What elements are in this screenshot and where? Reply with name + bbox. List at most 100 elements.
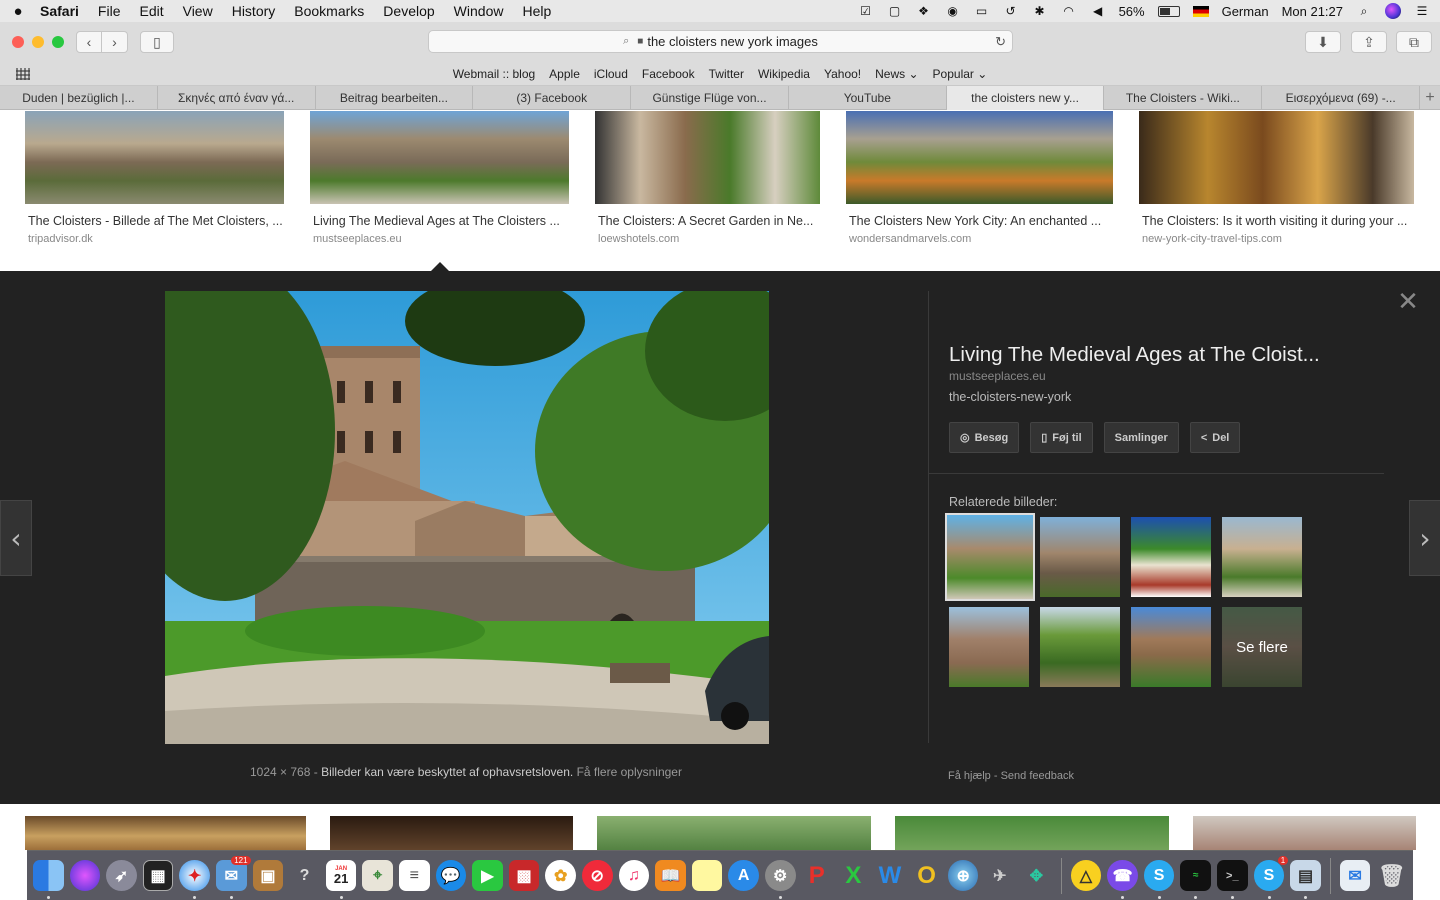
menu-history[interactable]: History: [232, 3, 276, 19]
result-thumbnail[interactable]: [597, 816, 871, 850]
previous-image-button[interactable]: ‹: [0, 500, 32, 576]
collections-button[interactable]: Samlinger: [1103, 422, 1179, 453]
menu-edit[interactable]: Edit: [139, 3, 163, 19]
input-language[interactable]: German: [1222, 4, 1269, 19]
apple-menu-icon[interactable]: ●: [10, 3, 26, 20]
word-icon[interactable]: W: [875, 860, 906, 891]
tab-inbox[interactable]: Εισερχόμενα (69) -...: [1262, 86, 1421, 110]
sidebar-toggle-button[interactable]: ▯: [140, 31, 174, 53]
terminal-icon[interactable]: >_: [1217, 860, 1248, 899]
dropbox-icon[interactable]: ❖: [916, 4, 932, 18]
trash-icon[interactable]: 🗑: [1376, 860, 1407, 891]
more-info-link[interactable]: Få flere oplysninger: [577, 765, 682, 779]
activity-monitor-icon[interactable]: ≈: [1180, 860, 1212, 899]
mail-icon[interactable]: ✉ 121: [216, 856, 251, 899]
related-image-thumbnail[interactable]: [945, 513, 1035, 601]
messages-icon[interactable]: 💬: [435, 860, 467, 891]
bookmark-webmail[interactable]: Webmail :: blog: [453, 67, 535, 81]
tab-duden[interactable]: Duden | bezüglich |...: [0, 86, 158, 110]
result-thumbnail[interactable]: [595, 111, 820, 204]
chat-icon[interactable]: ◉: [945, 4, 961, 18]
safari-icon[interactable]: ✦: [179, 860, 210, 899]
menu-file[interactable]: File: [98, 3, 121, 19]
airplay-icon[interactable]: ▭: [974, 4, 990, 18]
help-link[interactable]: Få hjælp: [948, 770, 991, 782]
skype-icon[interactable]: S: [1143, 860, 1175, 899]
result-caption[interactable]: The Cloisters - Billede af The Met Clois…: [25, 214, 284, 228]
bookmark-facebook[interactable]: Facebook: [642, 67, 695, 81]
visit-button[interactable]: ◎ Besøg: [949, 422, 1020, 453]
result-thumbnail[interactable]: [25, 111, 284, 204]
result-thumbnail[interactable]: [846, 111, 1113, 204]
menu-help[interactable]: Help: [522, 3, 551, 19]
tab-facebook[interactable]: (3) Facebook: [473, 86, 632, 110]
siri-icon[interactable]: [1385, 3, 1401, 19]
facetime-icon[interactable]: ▶: [472, 860, 503, 891]
send-feedback-link[interactable]: Send feedback: [1001, 770, 1074, 782]
result-card[interactable]: Living The Medieval Ages at The Cloister…: [310, 111, 569, 245]
save-button[interactable]: ▯ Føj til: [1030, 422, 1093, 453]
menu-bookmarks[interactable]: Bookmarks: [294, 3, 364, 19]
related-image-thumbnail[interactable]: [949, 607, 1029, 687]
siri-dock-icon[interactable]: [69, 860, 101, 891]
google-drive-icon[interactable]: △: [1070, 860, 1102, 891]
tab-greek-scenes[interactable]: Σκηνές από έναν γά...: [158, 86, 316, 110]
system-preferences-icon[interactable]: ⚙: [764, 860, 796, 899]
tab-cloisters-search[interactable]: the cloisters new y...: [946, 86, 1105, 110]
app-store-icon[interactable]: A: [728, 860, 759, 891]
menu-app-name[interactable]: Safari: [40, 3, 79, 19]
viber-icon[interactable]: ☎: [1107, 860, 1138, 899]
music-icon[interactable]: ♫: [618, 860, 650, 891]
related-image-thumbnail[interactable]: [1131, 607, 1211, 687]
powerpoint-icon[interactable]: P: [802, 860, 833, 891]
next-image-button[interactable]: ›: [1409, 500, 1440, 576]
reminders-icon[interactable]: ≡: [398, 860, 430, 891]
help-icon[interactable]: ?: [289, 860, 320, 891]
mission-control-icon[interactable]: ▦: [142, 860, 174, 891]
skype-business-icon[interactable]: S1: [1253, 856, 1289, 899]
menu-window[interactable]: Window: [454, 3, 504, 19]
tab-cloisters-wiki[interactable]: The Cloisters - Wiki...: [1104, 86, 1263, 110]
photo-booth-icon[interactable]: ▩: [508, 860, 540, 891]
see-more-button[interactable]: Se flere: [1222, 607, 1302, 687]
address-bar[interactable]: ⌕ ■ the cloisters new york images ↻: [428, 30, 1013, 53]
clock[interactable]: Mon 21:27: [1282, 4, 1343, 19]
network-icon[interactable]: ⊕: [947, 860, 979, 891]
tab-beitrag[interactable]: Beitrag bearbeiten...: [316, 86, 474, 110]
close-preview-icon[interactable]: ✕: [1396, 289, 1420, 315]
bluetooth-icon[interactable]: ✱: [1032, 4, 1048, 18]
time-machine-icon[interactable]: ↺: [1003, 4, 1019, 18]
finder-icon[interactable]: [33, 860, 64, 899]
result-thumbnail[interactable]: [1193, 816, 1416, 850]
bookmark-twitter[interactable]: Twitter: [709, 67, 744, 81]
volume-icon[interactable]: ◀: [1090, 4, 1106, 18]
result-caption[interactable]: The Cloisters: A Secret Garden in Ne...: [595, 214, 820, 228]
tab-flights[interactable]: Günstige Flüge von...: [631, 86, 789, 110]
bookmark-folder-popular[interactable]: Popular ⌄: [933, 67, 988, 81]
photos-icon[interactable]: ✿: [545, 860, 576, 891]
related-image-thumbnail[interactable]: [1040, 607, 1120, 687]
checkmark-icon[interactable]: ☑: [858, 4, 874, 18]
bookmark-apple[interactable]: Apple: [549, 67, 580, 81]
spotlight-search-icon[interactable]: ⌕: [1356, 4, 1372, 18]
calendar-icon[interactable]: JAN 21: [325, 860, 357, 899]
bookmark-wikipedia[interactable]: Wikipedia: [758, 67, 810, 81]
launchpad-icon[interactable]: ➶: [106, 860, 137, 891]
excel-icon[interactable]: X: [838, 860, 869, 891]
menu-develop[interactable]: Develop: [383, 3, 434, 19]
forward-button[interactable]: ›: [102, 31, 128, 53]
result-thumbnail[interactable]: [25, 816, 306, 850]
result-card[interactable]: The Cloisters: A Secret Garden in Ne... …: [595, 111, 820, 245]
wifi-icon[interactable]: ◠: [1061, 4, 1077, 18]
downloads-stack-icon[interactable]: ✉: [1339, 860, 1371, 891]
preview-site[interactable]: mustseeplaces.eu: [949, 369, 1046, 383]
battery-icon[interactable]: [1157, 5, 1180, 17]
fullscreen-window-button[interactable]: [52, 36, 64, 48]
share-button[interactable]: ⇪: [1351, 31, 1387, 53]
airport-utility-icon[interactable]: ✈: [984, 860, 1015, 891]
result-card[interactable]: The Cloisters: Is it worth visiting it d…: [1139, 111, 1414, 245]
minimize-window-button[interactable]: [32, 36, 44, 48]
close-window-button[interactable]: [12, 36, 24, 48]
teams-icon[interactable]: ✥: [1021, 860, 1052, 891]
result-thumbnail[interactable]: [310, 111, 569, 204]
